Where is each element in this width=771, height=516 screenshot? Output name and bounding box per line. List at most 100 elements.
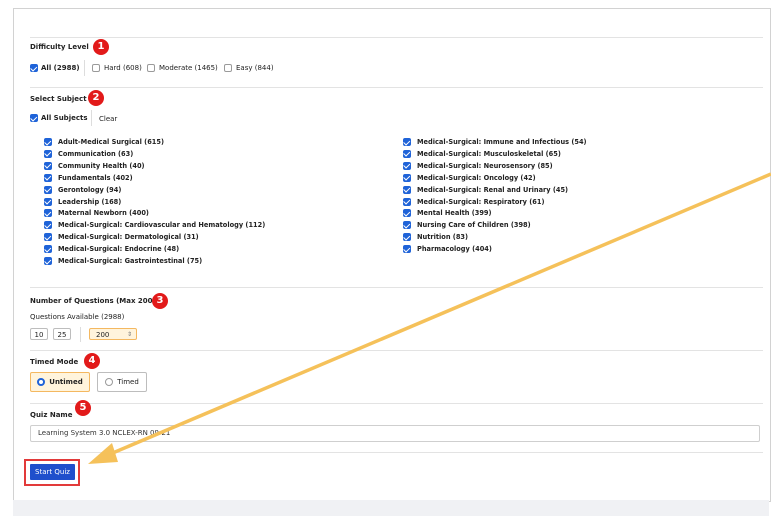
all-subjects-label: All Subjects [41,114,88,122]
checkbox-unchecked-icon [147,64,155,72]
checkbox-checked-icon [403,245,411,254]
subject-checkbox[interactable]: Medical-Surgical: Respiratory (61) [403,197,545,206]
quiz-name-title: Quiz Name [30,411,73,419]
subject-checkbox[interactable]: Adult-Medical Surgical (615) [44,138,164,146]
divider [80,327,81,342]
subject-label: Medical-Surgical: Musculoskeletal (65) [417,149,561,158]
stepper-arrows-icon[interactable]: ⇕ [127,329,132,341]
preset-10-button[interactable]: 10 [30,328,48,340]
checkbox-checked-icon [403,138,411,146]
subject-label: Medical-Surgical: Renal and Urinary (45) [417,185,569,194]
subject-checkbox[interactable]: Pharmacology (404) [403,245,492,254]
checkbox-checked-icon [30,64,38,72]
subject-label: Maternal Newborn (400) [58,209,149,218]
subject-label: Fundamentals (402) [58,173,133,182]
subject-checkbox[interactable]: Medical-Surgical: Renal and Urinary (45) [403,185,569,194]
subject-checkbox[interactable]: Gerontology (94) [44,185,122,194]
difficulty-easy-label: Easy (844) [236,64,274,72]
subject-checkbox[interactable]: Communication (63) [44,149,134,158]
subject-checkbox[interactable]: Medical-Surgical: Cardiovascular and Hem… [44,221,266,230]
subject-checkbox[interactable]: Medical-Surgical: Endocrine (48) [44,245,180,254]
checkbox-checked-icon [403,149,411,158]
subject-checkbox[interactable]: Medical-Surgical: Oncology (42) [403,173,536,182]
checkbox-checked-icon [44,185,52,194]
checkbox-checked-icon [44,138,52,146]
difficulty-easy-checkbox[interactable]: Easy (844) [224,64,274,72]
timed-option[interactable]: Timed [97,372,147,392]
checkbox-checked-icon [44,161,52,170]
checkbox-checked-icon [44,245,52,254]
subject-checkbox[interactable]: Nutrition (83) [403,233,469,242]
subject-label: Nutrition (83) [417,233,469,242]
checkbox-checked-icon [44,233,52,242]
divider [30,350,763,351]
checkbox-checked-icon [44,173,52,182]
checkbox-checked-icon [403,197,411,206]
step-badge-1: 1 [93,39,109,55]
subject-label: Medical-Surgical: Dermatological (31) [58,233,199,242]
subject-checkbox[interactable]: Community Health (40) [44,161,145,170]
all-subjects-checkbox[interactable]: All Subjects [30,114,88,122]
questions-available: Questions Available (2988) [30,313,125,321]
difficulty-hard-label: Hard (608) [104,64,142,72]
checkbox-unchecked-icon [92,64,100,72]
subject-checkbox[interactable]: Maternal Newborn (400) [44,209,149,218]
difficulty-moderate-label: Moderate (1465) [159,64,218,72]
subject-label: Medical-Surgical: Immune and Infectious … [417,138,587,146]
untimed-option[interactable]: Untimed [30,372,90,392]
divider [84,60,85,76]
subject-label: Medical-Surgical: Endocrine (48) [58,245,180,254]
subject-checkbox[interactable]: Medical-Surgical: Immune and Infectious … [403,138,587,146]
checkbox-checked-icon [403,221,411,230]
checkbox-checked-icon [44,197,52,206]
question-count-value: 200 [96,331,110,339]
questions-title: Number of Questions (Max 200) [30,297,156,305]
subject-checkbox[interactable]: Leadership (168) [44,197,122,206]
subject-label: Community Health (40) [58,161,145,170]
divider [30,403,763,404]
checkbox-checked-icon [403,161,411,170]
checkbox-checked-icon [403,233,411,242]
quiz-name-input[interactable]: Learning System 3.0 NCLEX-RN 09-21 [30,425,760,442]
untimed-label: Untimed [49,378,83,386]
start-quiz-button[interactable]: Start Quiz [30,464,75,480]
checkbox-checked-icon [30,114,38,122]
timed-label: Timed [117,378,139,386]
preset-25-button[interactable]: 25 [53,328,71,340]
divider [30,287,763,288]
timed-title: Timed Mode [30,358,79,366]
subject-checkbox[interactable]: Medical-Surgical: Gastrointestinal (75) [44,257,202,265]
subject-checkbox[interactable]: Medical-Surgical: Neurosensory (85) [403,161,553,170]
subject-title: Select Subject [30,95,87,103]
question-count-input[interactable]: 200 ⇕ [89,328,137,340]
subject-label: Pharmacology (404) [417,245,492,254]
divider [30,87,763,88]
subject-label: Communication (63) [58,149,134,158]
clear-subjects-button[interactable]: Clear [99,115,117,123]
difficulty-hard-checkbox[interactable]: Hard (608) [92,64,142,72]
difficulty-all-label: All (2988) [41,64,80,72]
step-badge-4: 4 [84,353,100,369]
subject-label: Medical-Surgical: Respiratory (61) [417,197,545,206]
checkbox-checked-icon [44,221,52,230]
radio-selected-icon [37,378,46,386]
subject-label: Adult-Medical Surgical (615) [58,138,164,146]
checkbox-checked-icon [403,209,411,218]
subject-checkbox[interactable]: Medical-Surgical: Musculoskeletal (65) [403,149,561,158]
step-badge-5: 5 [75,400,91,416]
subject-label: Medical-Surgical: Oncology (42) [417,173,536,182]
subject-label: Leadership (168) [58,197,122,206]
subject-label: Medical-Surgical: Cardiovascular and Hem… [58,221,266,230]
difficulty-moderate-checkbox[interactable]: Moderate (1465) [147,64,218,72]
subject-checkbox[interactable]: Fundamentals (402) [44,173,133,182]
subject-checkbox[interactable]: Nursing Care of Children (398) [403,221,531,230]
divider [30,37,763,38]
subject-checkbox[interactable]: Mental Health (399) [403,209,492,218]
subject-label: Gerontology (94) [58,185,122,194]
page-footer [13,500,769,516]
subject-label: Medical-Surgical: Gastrointestinal (75) [58,257,203,265]
difficulty-all-checkbox[interactable]: All (2988) [30,64,80,72]
subject-checkbox[interactable]: Medical-Surgical: Dermatological (31) [44,233,199,242]
checkbox-checked-icon [44,149,52,158]
subject-label: Medical-Surgical: Neurosensory (85) [417,161,553,170]
